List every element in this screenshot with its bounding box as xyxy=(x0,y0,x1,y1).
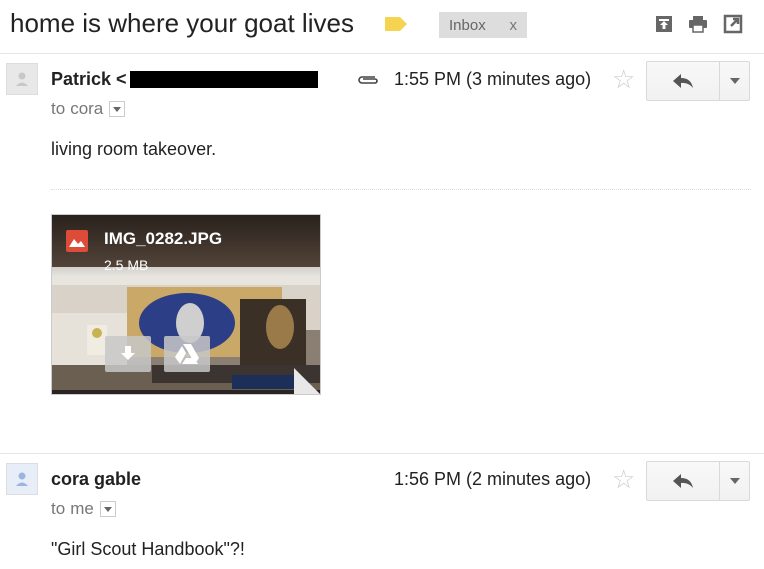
avatar xyxy=(6,463,38,495)
person-icon xyxy=(16,72,28,86)
image-file-icon xyxy=(66,230,88,252)
message-time[interactable]: 1:55 PM (3 minutes ago) xyxy=(394,69,591,90)
header-divider xyxy=(0,53,764,54)
avatar xyxy=(6,63,38,95)
archive-icon[interactable] xyxy=(654,14,674,34)
attachment-divider xyxy=(51,189,751,190)
sender-name[interactable]: cora gable xyxy=(51,469,141,490)
reply-button[interactable] xyxy=(647,462,720,500)
attachment-page-fold xyxy=(294,368,320,394)
attachment-size: 2.5 MB xyxy=(104,257,149,273)
reply-button-group xyxy=(646,461,750,501)
attachment-clip-icon xyxy=(358,76,378,84)
sender-name[interactable]: Patrick < xyxy=(51,69,127,90)
reply-icon xyxy=(673,474,693,488)
attachment-filename: IMG_0282.JPG xyxy=(104,229,223,248)
inbox-label-chip[interactable]: Inbox x xyxy=(439,12,527,38)
drive-icon xyxy=(175,344,199,364)
recipient-prefix: to xyxy=(51,99,66,118)
star-icon[interactable]: ☆ xyxy=(612,66,635,92)
redacted-email xyxy=(130,71,318,88)
recipient-name: cora xyxy=(70,99,104,118)
thread-subject: home is where your goat lives xyxy=(10,8,354,38)
reply-button[interactable] xyxy=(647,62,720,100)
download-icon xyxy=(121,346,135,360)
recipient-line: to me xyxy=(51,499,116,519)
new-window-icon[interactable] xyxy=(723,14,743,34)
more-actions-button[interactable] xyxy=(720,462,749,500)
star-icon[interactable]: ☆ xyxy=(612,466,635,492)
show-details-dropdown[interactable] xyxy=(109,101,126,117)
print-icon[interactable] xyxy=(688,14,708,34)
reply-button-group xyxy=(646,61,750,101)
inbox-label-text: Inbox xyxy=(449,16,486,34)
save-to-drive-button[interactable] xyxy=(164,336,210,372)
show-details-dropdown[interactable] xyxy=(99,501,116,517)
attachment-card[interactable]: IMG_0282.JPG 2.5 MB xyxy=(51,214,321,395)
reply-icon xyxy=(673,74,693,88)
recipient-line: to cora xyxy=(51,99,126,119)
more-actions-button[interactable] xyxy=(720,62,749,100)
download-button[interactable] xyxy=(105,336,151,372)
label-tag-icon[interactable] xyxy=(384,16,408,32)
person-icon xyxy=(16,472,28,486)
message-body: "Girl Scout Handbook"?! xyxy=(51,539,245,559)
message-body: living room takeover. xyxy=(51,139,217,159)
message-time[interactable]: 1:56 PM (2 minutes ago) xyxy=(394,469,591,490)
remove-label-button[interactable]: x xyxy=(510,17,518,34)
message-divider xyxy=(0,453,764,454)
recipient-prefix: to xyxy=(51,499,66,518)
recipient-name: me xyxy=(70,499,94,518)
